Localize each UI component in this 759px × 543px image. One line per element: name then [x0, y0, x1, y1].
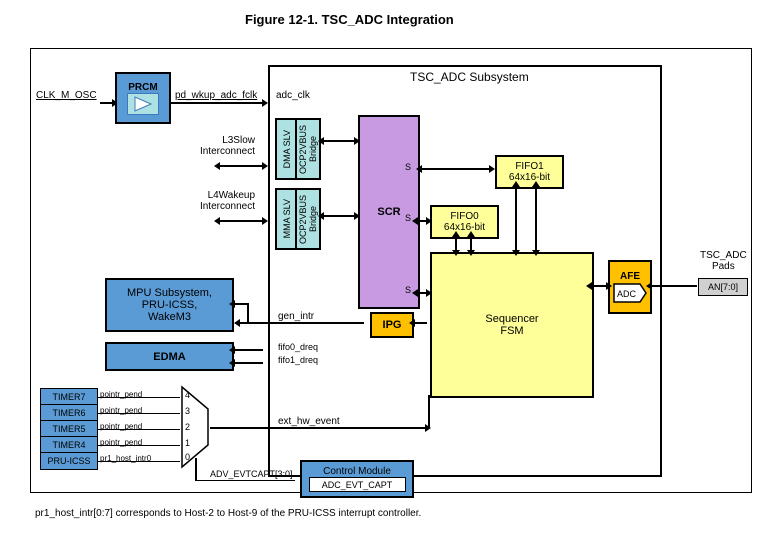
adv-hline: [195, 480, 295, 481]
mpu-l1: MPU Subsystem,: [127, 287, 212, 299]
edma-label: EDMA: [153, 351, 185, 363]
t6-line: [98, 413, 180, 414]
svg-text:ADC: ADC: [617, 289, 637, 299]
port-s-2: S: [405, 213, 411, 223]
mma-scr-arrow: [324, 215, 354, 217]
l4-arrow: [220, 220, 262, 222]
adc-pentagon-icon: ADC: [612, 282, 648, 304]
fifo1-seq-vline2: [535, 187, 537, 250]
adv-label: ADV_EVTCAPT[3:0]: [210, 469, 293, 479]
fifo1-seq-vline: [515, 187, 517, 250]
t7-line: [98, 397, 180, 398]
dma-slv-label: DMA SLV: [282, 130, 292, 168]
scr-label: SCR: [377, 206, 400, 218]
footnote: pr1_host_intr[0:7] corresponds to Host-2…: [35, 508, 421, 519]
ext-hw-arrow: [210, 427, 425, 429]
sequencer-box: Sequencer FSM: [430, 252, 594, 398]
pd-wkup-label: pd_wkup_adc_fclk: [175, 90, 257, 101]
ocp-label-2: OCP2VBUS Bridge: [298, 190, 318, 248]
ocp-label-1: OCP2VBUS Bridge: [298, 120, 318, 178]
ctrl-l2: ADC_EVT_CAPT: [322, 480, 393, 490]
prcm-buffer-icon: [127, 93, 159, 115]
fifo0-l1: FIFO0: [450, 211, 478, 222]
seq-l1: Sequencer: [485, 313, 538, 325]
mux-4: 4: [185, 390, 190, 400]
pru-line: [98, 461, 180, 462]
afe-in-arrow: [652, 285, 697, 287]
ctrl-inner: ADC_EVT_CAPT: [309, 477, 406, 492]
gen-intr-arrow: [240, 322, 364, 324]
ctrl-l1: Control Module: [323, 466, 391, 477]
mpu-l3: WakeM3: [148, 311, 191, 323]
intr-vline: [247, 303, 249, 323]
fifo1-dreq-label: fifo1_dreq: [278, 355, 318, 365]
subsystem-label: TSC_ADC Subsystem: [410, 70, 529, 84]
port-s-3: S: [405, 285, 411, 295]
prcm-box: PRCM: [115, 72, 171, 124]
an-pad: AN[7:0]: [698, 278, 748, 296]
pruicss-box: PRU-ICSS: [40, 452, 98, 470]
prcm-out-arrow: [170, 102, 262, 104]
prcm-label: PRCM: [128, 82, 157, 93]
mpu-box: MPU Subsystem, PRU-ICSS, WakeM3: [105, 278, 234, 332]
adc-clk-label: adc_clk: [276, 90, 310, 101]
fifo1-box: FIFO1 64x16-bit: [495, 155, 564, 189]
seq-afe-arrow: [592, 285, 606, 287]
ipg-box: IPG: [370, 312, 414, 338]
ipg-label: IPG: [383, 319, 402, 331]
dma-scr-arrow: [324, 140, 354, 142]
gen-intr-label: gen_intr: [278, 311, 314, 322]
an-label: AN[7:0]: [708, 282, 738, 292]
triangle-buffer-icon: [129, 95, 157, 113]
l3-arrow: [220, 165, 262, 167]
ocp-bridge-1: OCP2VBUS Bridge: [295, 118, 321, 180]
mpu-in-arrow: [235, 303, 247, 305]
t4-line: [98, 445, 180, 446]
fifo0-box: FIFO0 64x16-bit: [430, 205, 499, 239]
ext-hw-label: ext_hw_event: [278, 416, 340, 427]
l4-label: L4WakeupInterconnect: [165, 190, 255, 212]
figure-title: Figure 12-1. TSC_ADC Integration: [245, 12, 454, 27]
edma-box: EDMA: [105, 342, 234, 371]
fifo1-l1: FIFO1: [515, 161, 543, 172]
afe-label: AFE: [620, 271, 640, 282]
mux-1: 1: [185, 438, 190, 448]
mux-0: 0: [185, 452, 190, 462]
fifo0-seq-vline: [455, 237, 457, 250]
diagram-canvas: Figure 12-1. TSC_ADC Integration TSC_ADC…: [10, 10, 759, 533]
control-module-box: Control Module ADC_EVT_CAPT: [300, 460, 414, 498]
clk-m-osc-label: CLK_M_OSC: [36, 90, 97, 101]
fifo0-dreq-label: fifo0_dreq: [278, 342, 318, 352]
fifo0-l2: 64x16-bit: [444, 222, 485, 233]
scr-seq-arrow: [418, 292, 426, 294]
ext-into-seq: [428, 395, 430, 427]
l3-label: L3SlowInterconnect: [165, 135, 255, 157]
scr-fifo0-arrow: [418, 220, 426, 222]
port-s-1: S: [405, 162, 411, 172]
adv-vline: [195, 458, 197, 480]
scr-fifo1-arrow: [422, 168, 489, 170]
t5-line: [98, 429, 180, 430]
seq-l2: FSM: [500, 325, 523, 337]
pads-label: TSC_ADCPads: [700, 250, 747, 272]
fifo1-dreq-arrow: [235, 362, 263, 364]
mux-3: 3: [185, 406, 190, 416]
mpu-l2: PRU-ICSS,: [142, 299, 198, 311]
mma-slv-label: MMA SLV: [282, 199, 292, 238]
scr-box: SCR: [358, 115, 420, 309]
fifo0-dreq-arrow: [235, 349, 263, 351]
fifo0-seq-vline2: [470, 237, 472, 250]
seq-ipg-arrow: [415, 322, 427, 324]
clk-osc-arrow: [100, 102, 112, 104]
mux-2: 2: [185, 422, 190, 432]
